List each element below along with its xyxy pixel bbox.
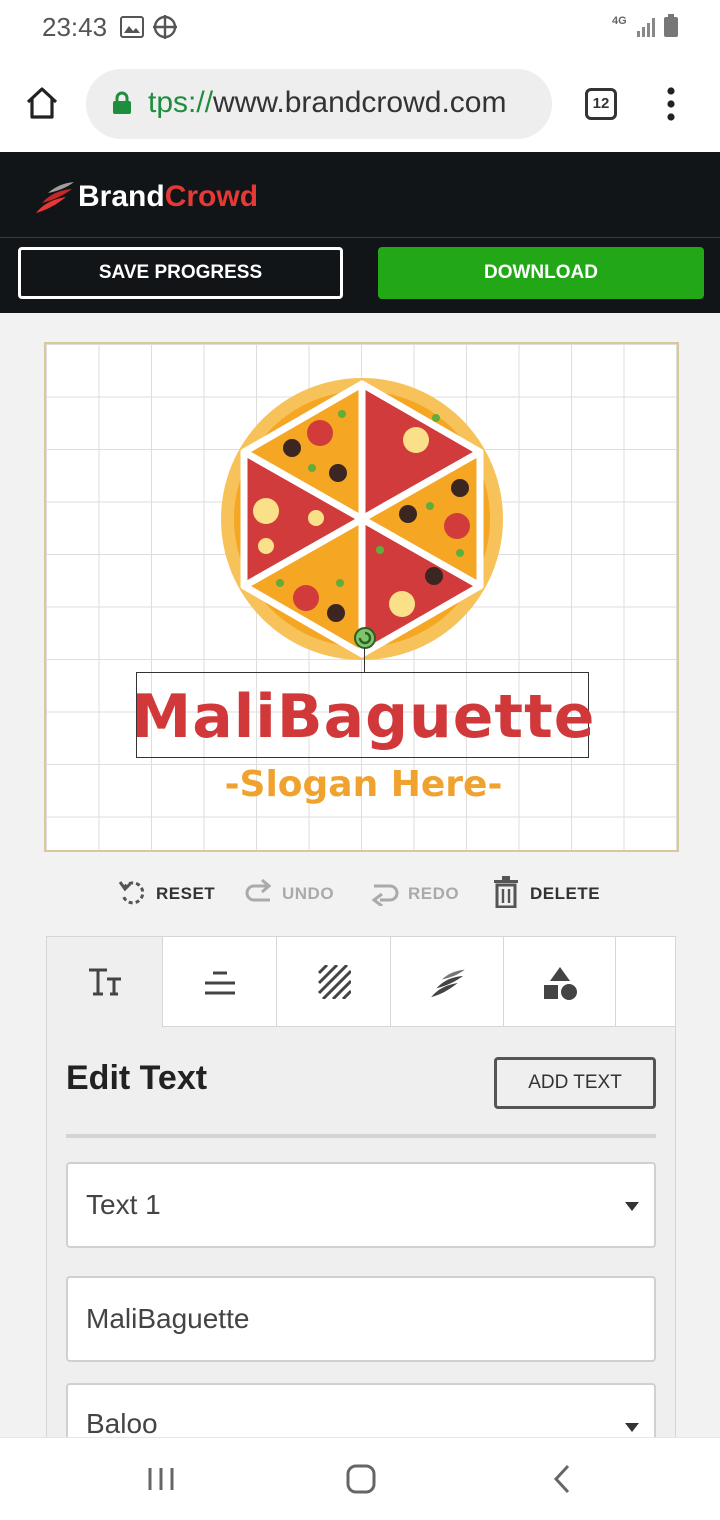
home-nav-icon[interactable] xyxy=(346,1464,376,1494)
network-type: 4G xyxy=(612,15,627,27)
site-header: BrandCrowd xyxy=(0,152,720,238)
edit-panel: Edit Text ADD TEXT Text 1 MaliBaguette B… xyxy=(46,936,676,1443)
delete-label: DELETE xyxy=(530,884,601,903)
tab-pattern[interactable] xyxy=(277,937,391,1027)
logo-canvas[interactable]: MaliBaguette -Slogan Here- xyxy=(44,342,679,852)
trash-icon xyxy=(494,876,518,908)
undo-button[interactable]: UNDO xyxy=(244,872,354,912)
panel-divider xyxy=(66,1134,656,1138)
rotate-handle-line xyxy=(364,648,365,672)
back-icon[interactable] xyxy=(552,1464,572,1494)
tab-align[interactable] xyxy=(163,937,277,1027)
url-scheme: tps:// xyxy=(148,86,214,119)
url-bar[interactable]: tps://www.brandcrowd.com xyxy=(86,69,552,139)
url-text: tps://www.brandcrowd.com xyxy=(148,86,506,120)
reset-button[interactable]: RESET xyxy=(118,872,228,912)
tab-shapes[interactable] xyxy=(504,937,616,1027)
gallery-icon xyxy=(120,16,144,38)
home-icon[interactable] xyxy=(25,86,59,120)
url-host: www.brandcrowd.com xyxy=(213,86,507,119)
status-bar: 23:43 4G xyxy=(0,0,720,56)
text-style-icon xyxy=(89,968,121,996)
font-select[interactable]: Baloo xyxy=(66,1383,656,1443)
shapes-icon xyxy=(544,967,577,1000)
chevron-down-icon xyxy=(625,1202,639,1211)
logo-name-text[interactable]: MaliBaguette xyxy=(46,682,677,752)
reset-icon xyxy=(118,881,145,905)
text-layer-select-value: Text 1 xyxy=(86,1189,161,1220)
action-bar: SAVE PROGRESS DOWNLOAD xyxy=(0,238,720,313)
undo-label: UNDO xyxy=(282,884,335,903)
tab-extra[interactable] xyxy=(616,937,675,1027)
delete-button[interactable]: DELETE xyxy=(492,872,612,912)
redo-button[interactable]: REDO xyxy=(370,872,480,912)
align-icon xyxy=(205,971,235,995)
pizza-logo-graphic[interactable] xyxy=(220,378,504,660)
more-menu-icon[interactable] xyxy=(664,86,678,122)
battery-icon xyxy=(664,14,678,37)
download-button[interactable]: DOWNLOAD xyxy=(378,247,704,299)
browser-toolbar: tps://www.brandcrowd.com 12 xyxy=(0,56,720,152)
font-select-value: Baloo xyxy=(86,1408,158,1439)
chevron-down-icon xyxy=(625,1423,639,1432)
brand-icon xyxy=(431,969,465,998)
undo-icon xyxy=(245,878,272,902)
lock-icon xyxy=(113,91,131,114)
text-content-value: MaliBaguette xyxy=(86,1303,250,1334)
recent-apps-icon[interactable] xyxy=(146,1466,176,1492)
rotate-handle-icon[interactable] xyxy=(353,626,377,650)
tab-text[interactable] xyxy=(47,937,163,1027)
text-layer-select[interactable]: Text 1 xyxy=(66,1162,656,1248)
status-time: 23:43 xyxy=(42,12,108,42)
location-icon xyxy=(153,15,177,39)
brandcrowd-logo-icon[interactable] xyxy=(34,179,76,215)
save-progress-button[interactable]: SAVE PROGRESS xyxy=(18,247,343,299)
edit-tools: RESET UNDO REDO DELETE xyxy=(0,868,720,918)
pattern-icon xyxy=(317,965,351,999)
signal-icon xyxy=(637,18,655,37)
redo-label: REDO xyxy=(408,884,460,903)
system-nav-bar xyxy=(0,1437,720,1520)
brand-name[interactable]: BrandCrowd xyxy=(78,180,258,214)
tab-switcher-button[interactable]: 12 xyxy=(585,88,617,120)
reset-label: RESET xyxy=(156,884,216,903)
tab-brand[interactable] xyxy=(391,937,504,1027)
logo-slogan-text[interactable]: -Slogan Here- xyxy=(46,764,677,805)
brand-name-part1: Brand xyxy=(78,180,165,213)
add-text-button[interactable]: ADD TEXT xyxy=(494,1057,656,1109)
panel-title: Edit Text xyxy=(66,1059,208,1097)
redo-icon xyxy=(371,884,399,906)
brand-name-part2: Crowd xyxy=(164,180,259,213)
text-content-input[interactable]: MaliBaguette xyxy=(66,1276,656,1362)
panel-tabs xyxy=(47,937,675,1027)
